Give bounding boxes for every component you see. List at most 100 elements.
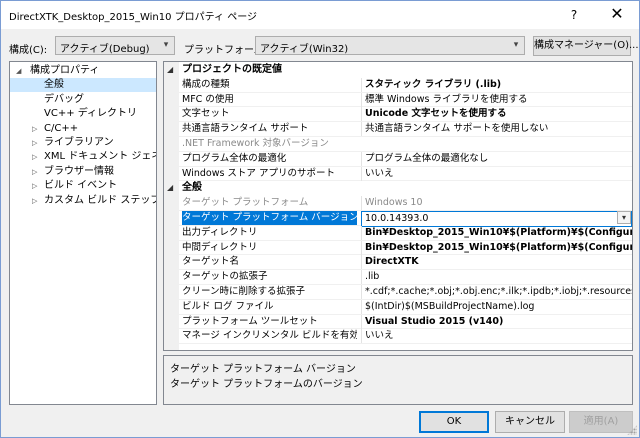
property-grid: ◢ プロジェクトの既定値 構成の種類 スタティック ライブラリ (.lib) MFC の… xyxy=(163,61,633,351)
property-value[interactable]: Unicode 文字セットを使用する xyxy=(361,107,632,122)
tree-item-label: C/C++ xyxy=(44,122,79,134)
property-value[interactable]: スタティック ライブラリ (.lib) xyxy=(361,77,632,92)
ok-button[interactable]: OK xyxy=(419,411,489,433)
chevron-down-icon: ▾ xyxy=(163,40,169,50)
property-name: ターゲット プラットフォーム バージョン xyxy=(182,211,357,225)
tree-item[interactable]: デバッグ xyxy=(10,93,156,107)
grid-gutter xyxy=(164,62,179,350)
tree-item-label: デバッグ xyxy=(44,93,84,105)
property-row[interactable]: ターゲット名 DirectXTK xyxy=(179,255,632,271)
window-title: DirectXTK_Desktop_2015_Win10 プロパティ ページ xyxy=(9,12,258,23)
property-value[interactable]: *.cdf;*.cache;*.obj;*.obj.enc;*.ilk;*.ip… xyxy=(361,285,632,299)
property-row[interactable]: .NET Framework 対象バージョン xyxy=(179,137,632,152)
property-name: 中間ディレクトリ xyxy=(182,241,258,253)
property-name: .NET Framework 対象バージョン xyxy=(182,138,329,149)
property-row[interactable]: ビルド ログ ファイル $(IntDir)$(MSBuildProjectName… xyxy=(179,299,632,315)
grid-category[interactable]: ◢ 全般 xyxy=(164,181,632,195)
property-name: ターゲット プラットフォーム xyxy=(182,197,309,209)
property-name: 出力ディレクトリ xyxy=(182,226,258,238)
property-name: MFC の使用 xyxy=(182,93,234,105)
grid-category[interactable]: ◢ プロジェクトの既定値 xyxy=(164,63,632,77)
property-value[interactable]: 10.0.14393.0 xyxy=(361,211,632,227)
chevron-down-icon: ▾ xyxy=(513,40,519,50)
collapse-arrow-icon[interactable]: ◢ xyxy=(167,181,173,195)
property-name: 文字セット xyxy=(182,108,230,120)
property-name: マネージ インクリメンタル ビルドを有効にする xyxy=(182,330,357,342)
help-icon[interactable]: ? xyxy=(564,5,584,25)
property-value[interactable]: $(IntDir)$(MSBuildProjectName).log xyxy=(361,299,632,314)
property-row[interactable]: プログラム全体の最適化 プログラム全体の最適化なし xyxy=(179,151,632,167)
configuration-manager-button[interactable]: 構成マネージャー(O)... xyxy=(533,36,639,56)
property-value[interactable]: プログラム全体の最適化なし xyxy=(361,151,632,166)
property-row[interactable]: プラットフォーム ツールセット Visual Studio 2015 (v140) xyxy=(179,314,632,330)
tree-item[interactable]: 全般 xyxy=(10,78,156,93)
property-value[interactable]: 共通言語ランタイム サポートを使用しない xyxy=(361,122,632,137)
property-row[interactable]: 出力ディレクトリ Bin¥Desktop_2015_Win10¥$(Platfor… xyxy=(179,225,632,241)
property-name: ターゲット名 xyxy=(182,256,240,268)
property-value[interactable]: DirectXTK xyxy=(361,255,632,270)
description-title: ターゲット プラットフォーム バージョン xyxy=(170,364,356,375)
apply-button[interactable]: 適用(A) xyxy=(569,411,633,433)
property-name: ターゲットの拡張子 xyxy=(182,271,268,283)
property-value[interactable]: Bin¥Desktop_2015_Win10¥$(Platform)¥$(Con… xyxy=(361,225,632,240)
configuration-value: アクティブ(Debug) xyxy=(60,44,150,55)
expand-arrow-icon[interactable]: ▷ xyxy=(32,194,37,208)
property-row[interactable]: 文字セット Unicode 文字セットを使用する xyxy=(179,107,632,123)
expand-arrow-icon[interactable]: ▷ xyxy=(32,179,37,193)
collapse-arrow-icon[interactable]: ◢ xyxy=(167,63,173,77)
property-value[interactable]: いいえ xyxy=(361,329,632,344)
property-value[interactable]: 標準 Windows ライブラリを使用する xyxy=(361,92,632,107)
property-name: プログラム全体の最適化 xyxy=(182,152,287,164)
property-name: 共通言語ランタイム サポート xyxy=(182,123,309,135)
property-name: 構成の種類 xyxy=(182,78,230,90)
property-row[interactable]: 構成の種類 スタティック ライブラリ (.lib) xyxy=(179,77,632,93)
tree-item[interactable]: ▷ カスタム ビルド ステップ xyxy=(10,194,156,208)
property-row[interactable]: 共通言語ランタイム サポート 共通言語ランタイム サポートを使用しない xyxy=(179,122,632,137)
property-value[interactable]: いいえ xyxy=(361,166,632,181)
property-row[interactable]: ターゲット プラットフォーム Windows 10 xyxy=(179,196,632,211)
tree-item[interactable]: ▷ ブラウザー情報 xyxy=(10,165,156,179)
property-row[interactable]: Windows ストア アプリのサポート いいえ xyxy=(179,166,632,182)
property-row[interactable]: クリーン時に削除する拡張子 *.cdf;*.cache;*.obj;*.obj.e… xyxy=(179,285,632,300)
property-row[interactable]: ターゲット プラットフォーム バージョン 10.0.14393.0 ▾ xyxy=(179,211,632,227)
expand-arrow-icon[interactable]: ▷ xyxy=(32,122,37,136)
cancel-button[interactable]: キャンセル xyxy=(495,411,565,433)
chevron-down-icon[interactable]: ▾ xyxy=(617,211,631,224)
description-pane: ターゲット プラットフォーム バージョン ターゲット プラットフォームのバージョ… xyxy=(163,355,633,405)
collapse-arrow-icon[interactable]: ◢ xyxy=(16,64,21,78)
grid-category-label: 全般 xyxy=(182,182,202,194)
tree-item[interactable]: ▷ ビルド イベント xyxy=(10,179,156,193)
property-value[interactable]: Windows 10 xyxy=(361,196,632,211)
tree-item-label: XML ドキュメント ジェネレーター xyxy=(44,151,156,163)
property-name: ビルド ログ ファイル xyxy=(182,300,274,312)
tree-item[interactable]: ▷ ライブラリアン xyxy=(10,136,156,150)
expand-arrow-icon[interactable]: ▷ xyxy=(32,136,37,150)
expand-arrow-icon[interactable]: ▷ xyxy=(32,165,37,179)
tree-item-label: ビルド イベント xyxy=(44,180,118,192)
property-row[interactable]: ターゲットの拡張子 .lib xyxy=(179,270,632,285)
property-pages-dialog: DirectXTK_Desktop_2015_Win10 プロパティ ページ ?… xyxy=(0,0,640,438)
tree-item[interactable]: VC++ ディレクトリ xyxy=(10,107,156,121)
close-icon[interactable]: ✕ xyxy=(595,1,639,27)
tree-item[interactable]: ◢ 構成プロパティ xyxy=(10,64,156,78)
property-row[interactable]: 中間ディレクトリ Bin¥Desktop_2015_Win10¥$(Platfor… xyxy=(179,240,632,256)
property-value[interactable]: Bin¥Desktop_2015_Win10¥$(Platform)¥$(Con… xyxy=(361,240,632,255)
property-row[interactable]: MFC の使用 標準 Windows ライブラリを使用する xyxy=(179,92,632,108)
tree-item-label: 構成プロパティ xyxy=(30,65,100,76)
configuration-select[interactable]: アクティブ(Debug) ▾ xyxy=(55,36,175,55)
description-text: ターゲット プラットフォームのバージョン xyxy=(170,379,363,390)
tree-item-label: カスタム ビルド ステップ xyxy=(44,194,157,206)
property-name: プラットフォーム ツールセット xyxy=(182,315,318,327)
tree-item-label: ブラウザー情報 xyxy=(44,165,114,177)
grid-category-label: プロジェクトの既定値 xyxy=(182,64,282,75)
tree-item[interactable]: ▷ C/C++ xyxy=(10,122,156,136)
expand-arrow-icon[interactable]: ▷ xyxy=(32,150,37,164)
tree-item[interactable]: ▷ XML ドキュメント ジェネレーター xyxy=(10,150,156,164)
property-name: Windows ストア アプリのサポート xyxy=(182,167,335,179)
property-tree: ◢ 構成プロパティ 全般 デバッグ VC++ ディレクトリ ▷ C/C++ ▷ ライブラリアン ▷… xyxy=(9,61,157,405)
platform-select[interactable]: アクティブ(Win32) ▾ xyxy=(255,36,525,55)
property-value[interactable]: Visual Studio 2015 (v140) xyxy=(361,314,632,329)
property-value[interactable]: .lib xyxy=(361,270,632,285)
tree-item-label: 全般 xyxy=(44,79,64,91)
property-row[interactable]: マネージ インクリメンタル ビルドを有効にするいいえ xyxy=(179,329,632,345)
